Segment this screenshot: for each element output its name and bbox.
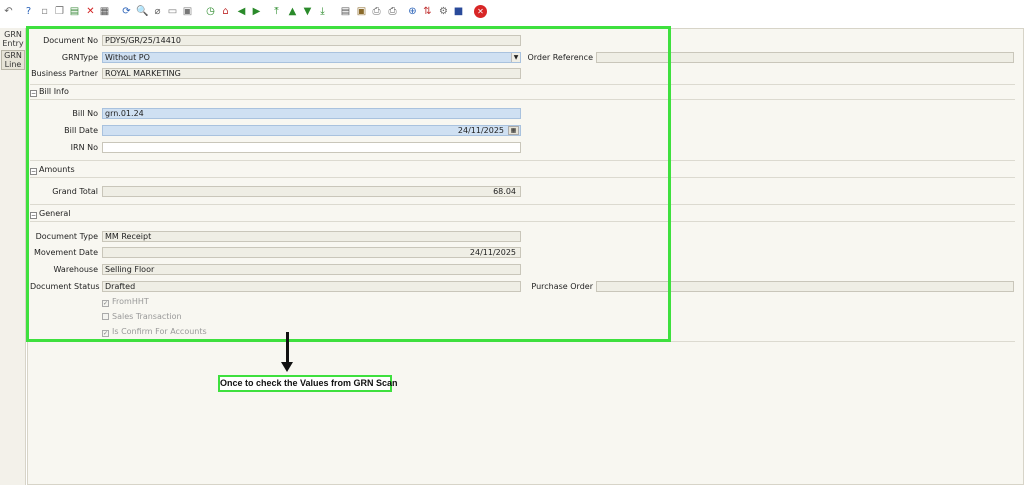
document-no-field[interactable]: PDYS/GR/25/14410 — [102, 35, 521, 46]
grn-type-label: GRNType — [61, 53, 98, 62]
movement-date-field[interactable]: 24/11/2025 — [102, 247, 521, 258]
sales-transaction-checkbox[interactable]: Sales Transaction — [102, 312, 182, 322]
section-divider — [30, 99, 1015, 100]
business-partner-label: Business Partner — [31, 69, 98, 78]
amounts-title: Amounts — [39, 165, 75, 174]
bill-no-field[interactable]: grn.01.24 — [102, 108, 521, 119]
irn-no-label: IRN No — [70, 143, 98, 152]
document-type-field[interactable]: MM Receipt — [102, 231, 521, 242]
checkbox-checked-icon: ✓ — [102, 330, 109, 337]
is-confirm-for-accounts-label: Is Confirm For Accounts — [112, 327, 207, 336]
sales-transaction-label: Sales Transaction — [112, 312, 182, 321]
calendar-icon[interactable]: ▦ — [508, 126, 519, 135]
help-icon[interactable]: ? — [22, 5, 35, 18]
next-record-icon[interactable]: ▼ — [301, 5, 314, 18]
workflow-icon[interactable]: ⇅ — [421, 5, 434, 18]
order-reference-field[interactable] — [596, 52, 1014, 63]
multi-window-icon[interactable]: ▣ — [181, 5, 194, 18]
left-tab-strip: GRN Entry GRN Line — [0, 28, 26, 485]
panel-divider — [27, 341, 1015, 342]
is-confirm-for-accounts-checkbox[interactable]: ✓ Is Confirm For Accounts — [102, 327, 207, 337]
grn-type-value: Without PO — [105, 53, 150, 62]
amounts-section-header[interactable]: − Amounts — [30, 164, 1015, 175]
collapse-icon[interactable]: − — [30, 168, 37, 175]
undo-icon[interactable]: ↶ — [2, 5, 15, 18]
grand-total-label: Grand Total — [52, 187, 98, 196]
general-section-header[interactable]: − General — [30, 208, 1015, 219]
checkbox-empty-icon — [102, 313, 109, 320]
save-icon[interactable]: ▤ — [68, 5, 81, 18]
business-partner-field[interactable]: ROYAL MARKETING — [102, 68, 521, 79]
order-reference-label: Order Reference — [527, 53, 593, 62]
chat-icon[interactable]: ▭ — [166, 5, 179, 18]
from-hht-checkbox[interactable]: ✓ FromHHT — [102, 297, 149, 307]
annotation-arrow — [286, 332, 289, 364]
section-divider — [30, 84, 1015, 85]
bill-info-title: Bill Info — [39, 87, 69, 96]
section-divider — [30, 204, 1015, 205]
find-icon[interactable]: 🔍 — [136, 5, 149, 18]
warehouse-field[interactable]: Selling Floor — [102, 264, 521, 275]
tab-grn-line[interactable]: GRN Line — [1, 50, 25, 70]
chevron-down-icon[interactable]: ▼ — [511, 53, 520, 62]
archive-icon[interactable]: ▣ — [355, 5, 368, 18]
bill-date-label: Bill Date — [64, 126, 98, 135]
product-info-icon[interactable]: ■ — [452, 5, 465, 18]
process-icon[interactable]: ⚙ — [437, 5, 450, 18]
report-icon[interactable]: ▤ — [339, 5, 352, 18]
section-divider — [30, 160, 1015, 161]
toolbar: ↶? ▫ ❐ ▤ ✕ ▦ ⟳ 🔍 ⌀ ▭ ▣ ◷ ⌂ ◀ ▶ ⤒ ▲ ▼ ⤓ ▤ ▣ ⎙ ⎙ ⊕ ⇅ ⚙ ■ ✕ — [0, 0, 1024, 26]
annotation-note: Once to check the Values from GRN Scan — [218, 375, 398, 392]
movement-date-label: Movement Date — [33, 248, 98, 257]
previous-record-icon[interactable]: ▲ — [286, 5, 299, 18]
grid-toggle-icon[interactable]: ▦ — [98, 5, 111, 18]
attachment-icon[interactable]: ⌀ — [151, 5, 164, 18]
purchase-order-field[interactable] — [596, 281, 1014, 292]
end-icon[interactable]: ✕ — [474, 5, 487, 18]
document-status-label: Document Status — [30, 282, 100, 291]
home-icon[interactable]: ⌂ — [219, 5, 232, 18]
bill-no-label: Bill No — [72, 109, 98, 118]
zoom-across-icon[interactable]: ⊕ — [406, 5, 419, 18]
arrow-down-icon — [281, 362, 293, 372]
collapse-icon[interactable]: − — [30, 90, 37, 97]
delete-icon[interactable]: ✕ — [84, 5, 97, 18]
first-record-icon[interactable]: ⤒ — [270, 5, 283, 18]
purchase-order-label: Purchase Order — [531, 282, 593, 291]
general-title: General — [39, 209, 71, 218]
tab-grn-entry[interactable]: GRN Entry — [1, 30, 25, 48]
document-no-label: Document No — [43, 36, 98, 45]
grand-total-field[interactable]: 68.04 — [102, 186, 521, 197]
document-status-field[interactable]: Drafted — [102, 281, 521, 292]
new-record-icon[interactable]: ▫ — [38, 5, 51, 18]
section-divider — [30, 177, 1015, 178]
parent-record-icon[interactable]: ◀ — [235, 5, 248, 18]
irn-no-field[interactable] — [102, 142, 521, 153]
document-type-label: Document Type — [35, 232, 98, 241]
last-record-icon[interactable]: ⤓ — [316, 5, 329, 18]
bill-date-field[interactable]: 24/11/2025 ▦ — [102, 125, 521, 136]
copy-record-icon[interactable]: ❐ — [53, 5, 66, 18]
print-icon[interactable]: ⎙ — [386, 5, 399, 18]
refresh-icon[interactable]: ⟳ — [120, 5, 133, 18]
history-icon[interactable]: ◷ — [204, 5, 217, 18]
checkbox-checked-icon: ✓ — [102, 300, 109, 307]
grn-type-select[interactable]: Without PO ▼ — [102, 52, 521, 63]
bill-info-section-header[interactable]: − Bill Info — [30, 86, 1015, 97]
warehouse-label: Warehouse — [53, 265, 98, 274]
collapse-icon[interactable]: − — [30, 212, 37, 219]
bill-date-value: 24/11/2025 — [457, 126, 504, 135]
from-hht-label: FromHHT — [112, 297, 149, 306]
detail-record-icon[interactable]: ▶ — [250, 5, 263, 18]
print-preview-icon[interactable]: ⎙ — [370, 5, 383, 18]
section-divider — [30, 221, 1015, 222]
